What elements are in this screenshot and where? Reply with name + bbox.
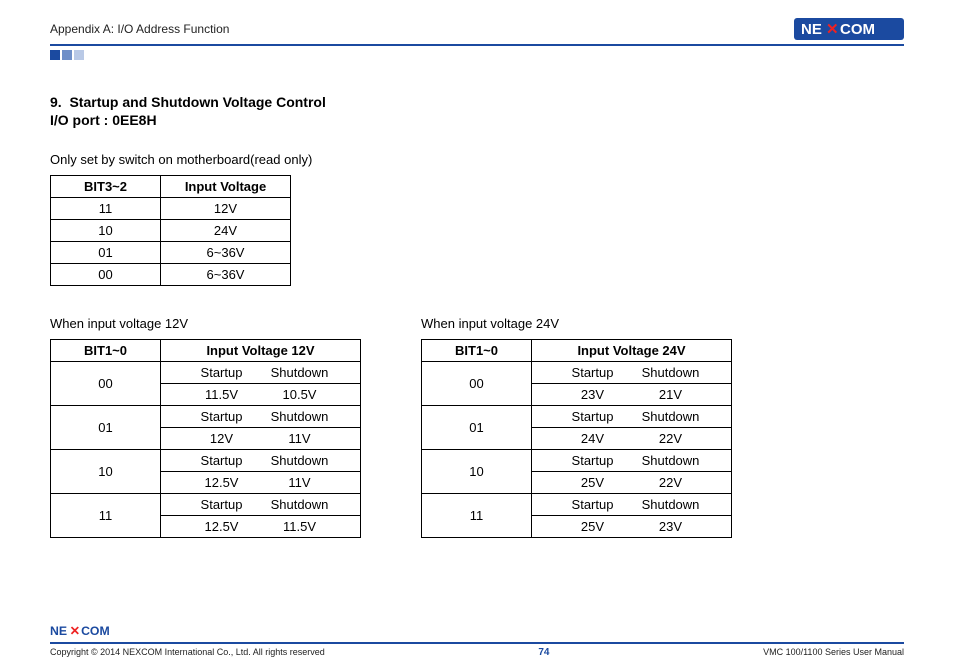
table-row: 11 StartupShutdown — [51, 494, 361, 516]
table-row: 1112V — [51, 198, 291, 220]
svg-text:✕: ✕ — [70, 624, 80, 638]
column-label: When input voltage 24V — [421, 316, 732, 331]
table-header: BIT3~2 — [51, 176, 161, 198]
brand-logo-bottom: NE ✕ COM — [50, 622, 140, 640]
table-row: 01 StartupShutdown — [422, 406, 732, 428]
svg-text:✕: ✕ — [826, 21, 839, 38]
table-header: BIT1~0 — [422, 340, 532, 362]
table-row: 10 StartupShutdown — [51, 450, 361, 472]
table-row: 00 StartupShutdown — [422, 362, 732, 384]
input-voltage-table: BIT3~2 Input Voltage 1112V 1024V 016~36V… — [50, 175, 291, 286]
table-row: 10 StartupShutdown — [422, 450, 732, 472]
svg-text:NE: NE — [50, 624, 67, 638]
table-header: Input Voltage — [161, 176, 291, 198]
voltage-12v-block: When input voltage 12V BIT1~0 Input Volt… — [50, 316, 361, 538]
section-title: 9. Startup and Shutdown Voltage Control — [50, 94, 904, 110]
table-row: 016~36V — [51, 242, 291, 264]
svg-text:COM: COM — [840, 21, 875, 38]
voltage-24v-table: BIT1~0 Input Voltage 24V 00 StartupShutd… — [421, 339, 732, 538]
footer-rule — [50, 642, 904, 644]
manual-name: VMC 100/1100 Series User Manual — [763, 647, 904, 657]
table-header: Input Voltage 24V — [532, 340, 732, 362]
appendix-header: Appendix A: I/O Address Function — [50, 22, 229, 36]
brand-logo-top: NE ✕ COM — [794, 18, 904, 40]
svg-text:NE: NE — [801, 21, 822, 38]
table-row: 00 StartupShutdown — [51, 362, 361, 384]
table-header: Input Voltage 12V — [161, 340, 361, 362]
io-port-label: I/O port : 0EE8H — [50, 112, 904, 128]
table-row: 1024V — [51, 220, 291, 242]
section-note: Only set by switch on motherboard(read o… — [50, 152, 904, 167]
page-number: 74 — [538, 647, 549, 658]
voltage-24v-block: When input voltage 24V BIT1~0 Input Volt… — [421, 316, 732, 538]
header-rule — [50, 44, 904, 46]
decorative-squares — [50, 50, 904, 60]
table-row: 01 StartupShutdown — [51, 406, 361, 428]
voltage-12v-table: BIT1~0 Input Voltage 12V 00 StartupShutd… — [50, 339, 361, 538]
table-header: BIT1~0 — [51, 340, 161, 362]
table-row: 11 StartupShutdown — [422, 494, 732, 516]
column-label: When input voltage 12V — [50, 316, 361, 331]
table-row: 006~36V — [51, 264, 291, 286]
copyright-text: Copyright © 2014 NEXCOM International Co… — [50, 647, 325, 657]
svg-text:COM: COM — [81, 624, 110, 638]
